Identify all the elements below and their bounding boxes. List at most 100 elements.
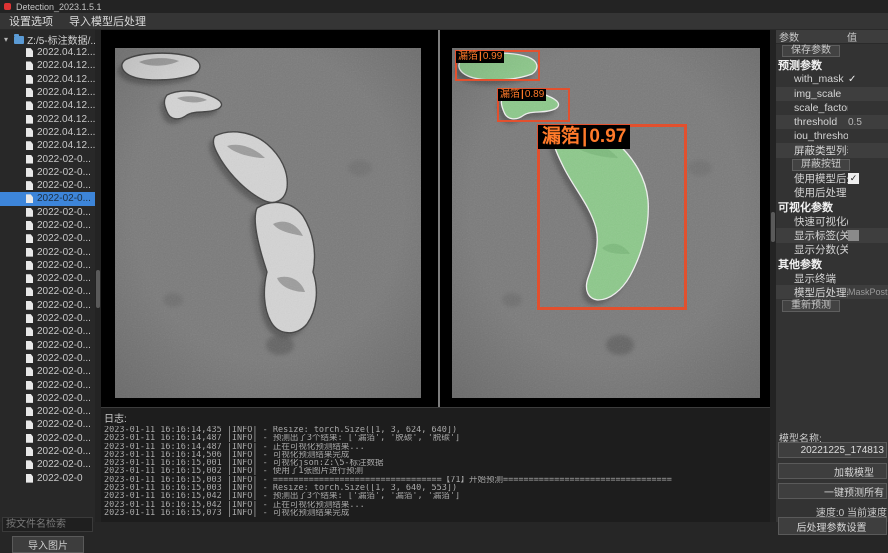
param-label: 快速可视化(检测) xyxy=(776,214,848,229)
param-row[interactable]: 屏蔽类型列表 xyxy=(776,143,888,157)
tree-item[interactable]: 2022-02-0... xyxy=(0,152,95,165)
tree-item[interactable]: 2022-02-0... xyxy=(0,245,95,258)
param-row[interactable]: 显示分数(关键点) xyxy=(776,243,888,257)
tree-item[interactable]: 2022-02-0... xyxy=(0,365,95,378)
tree-item[interactable]: 2022-02-0... xyxy=(0,206,95,219)
file-icon xyxy=(26,407,33,416)
value-column-header: 值 xyxy=(847,29,857,44)
file-icon xyxy=(26,208,33,217)
param-row[interactable]: 显示标签(关键点) xyxy=(776,228,888,242)
tree-item-label: 2022-02-0... xyxy=(37,247,91,258)
predict-all-button[interactable]: 一键预测所有 xyxy=(778,483,887,499)
tree-item[interactable]: 2022-02-0... xyxy=(0,312,95,325)
tree-item[interactable]: 2022-02-0... xyxy=(0,299,95,312)
tree-item-label: 2022.04.12... xyxy=(37,60,95,71)
param-row[interactable]: img_scale xyxy=(776,87,888,101)
image-panel-divider[interactable] xyxy=(438,30,440,407)
param-button[interactable]: 保存参数 xyxy=(782,45,840,57)
log-line: 2023-01-11 16:16:15,042 |INFO| - 预测出了3个结… xyxy=(101,492,770,500)
param-row[interactable]: 显示终端 xyxy=(776,271,888,285)
tree-item[interactable]: 2022-02-0... xyxy=(0,445,95,458)
tree-item[interactable]: 2022.04.12... xyxy=(0,99,95,112)
tree-scrollbar-thumb[interactable] xyxy=(96,270,100,308)
tree-item[interactable]: 2022.04.12... xyxy=(0,139,95,152)
file-icon xyxy=(26,168,33,177)
load-model-button[interactable]: 加载模型 xyxy=(778,463,887,479)
import-images-button[interactable]: 导入图片 xyxy=(12,536,84,553)
tree-item[interactable]: 2022-02-0... xyxy=(0,405,95,418)
param-row[interactable]: 快速可视化(检测) xyxy=(776,214,888,228)
tree-item[interactable]: 2022-02-0... xyxy=(0,285,95,298)
tree-item[interactable]: 2022-02-0... xyxy=(0,325,95,338)
file-icon xyxy=(26,194,33,203)
expander-icon[interactable]: ▾ xyxy=(4,35,11,44)
file-icon xyxy=(26,274,33,283)
file-icon xyxy=(26,48,33,57)
tree-item[interactable]: 2022.04.12... xyxy=(0,59,95,72)
splitter-handle[interactable]: ••• xyxy=(431,407,453,409)
menu-item-1[interactable]: 导入模型后处理 xyxy=(69,13,146,29)
file-icon xyxy=(26,248,33,257)
param-row[interactable]: scale_factor xyxy=(776,101,888,115)
menu-item-0[interactable]: 设置选项 xyxy=(9,13,53,29)
tree-item[interactable]: 2022-02-0... xyxy=(0,166,95,179)
param-label: 显示终端 xyxy=(776,271,848,286)
tree-item[interactable]: 2022-02-0... xyxy=(0,392,95,405)
model-name-field[interactable]: 20221225_174813 xyxy=(778,442,887,458)
file-icon xyxy=(26,155,33,164)
param-label: img_scale xyxy=(776,88,848,100)
param-section-header: 可视化参数 xyxy=(776,200,888,214)
tree-item[interactable]: 2022-02-0... xyxy=(0,352,95,365)
tree-item-label: 2022-02-0... xyxy=(37,154,91,165)
file-icon xyxy=(26,115,33,124)
tree-item[interactable]: 2022-02-0... xyxy=(0,378,95,391)
param-row[interactable]: 模型后处理器MaskPostPro xyxy=(776,285,888,299)
folder-icon xyxy=(14,36,24,44)
tree-root-item[interactable]: ▾ Z:/5-标注数据/... xyxy=(0,33,95,46)
tree-item[interactable]: 2022.04.12... xyxy=(0,86,95,99)
tree-item[interactable]: 2022.04.12... xyxy=(0,126,95,139)
log-line: 2023-01-11 16:16:15,003 |INFO| - Resize:… xyxy=(101,484,770,492)
main-scrollbar-thumb[interactable] xyxy=(771,212,775,242)
param-value: MaskPostPro xyxy=(848,287,888,297)
tree-item-label: 2022.04.12... xyxy=(37,74,95,85)
tree-item[interactable]: 2022-02-0... xyxy=(0,192,95,205)
param-row[interactable]: 使用模型后处理✓ xyxy=(776,172,888,186)
param-row[interactable]: with_mask✓ xyxy=(776,72,888,86)
tree-item-label: 2022-02-0... xyxy=(37,326,91,337)
tree-item[interactable]: 2022-02-0... xyxy=(0,232,95,245)
tree-item[interactable]: 2022-02-0... xyxy=(0,432,95,445)
tree-item[interactable]: 2022-02-0... xyxy=(0,259,95,272)
log-line: 2023-01-11 16:16:14,487 |INFO| - 预测出了3个结… xyxy=(101,434,770,442)
postprocess-params-button[interactable]: 后处理参数设置 xyxy=(778,517,887,535)
tree-item[interactable]: 2022-02-0 xyxy=(0,472,95,485)
param-column-header: 参数 xyxy=(776,29,847,44)
tree-item[interactable]: 2022-02-0... xyxy=(0,272,95,285)
checkbox-checked-icon[interactable]: ✓ xyxy=(848,173,859,184)
tree-item-label: 2022-02-0... xyxy=(37,353,91,364)
param-row[interactable]: 使用后处理 xyxy=(776,186,888,200)
param-row[interactable]: threshold0.5 xyxy=(776,115,888,129)
tree-item[interactable]: 2022-02-0... xyxy=(0,418,95,431)
tree-item[interactable]: 2022.04.12... xyxy=(0,46,95,59)
param-label: 屏蔽类型列表 xyxy=(776,143,848,158)
tree-item-label: 2022-02-0... xyxy=(37,180,91,191)
param-button[interactable]: 屏蔽按钮 xyxy=(792,159,850,171)
tree-item[interactable]: 2022-02-0... xyxy=(0,219,95,232)
param-button[interactable]: 重新预测 xyxy=(782,300,840,312)
tree-item[interactable]: 2022-02-0... xyxy=(0,339,95,352)
tree-item[interactable]: 2022.04.12... xyxy=(0,112,95,125)
tree-item-label: 2022-02-0... xyxy=(37,419,91,430)
filename-search-input[interactable] xyxy=(2,517,93,532)
param-label: iou_threshold xyxy=(776,130,848,142)
title-bar: Detection_2023.1.5.1 xyxy=(0,0,888,13)
tree-item-label: 2022-02-0... xyxy=(37,207,91,218)
detection-class: 漏箔 xyxy=(542,125,580,149)
detection-box xyxy=(537,124,687,310)
checkbox-empty-icon[interactable] xyxy=(848,230,859,241)
tree-item[interactable]: 2022-02-0... xyxy=(0,458,95,471)
tree-item[interactable]: 2022-02-0... xyxy=(0,179,95,192)
tree-item[interactable]: 2022.04.12... xyxy=(0,73,95,86)
param-row[interactable]: iou_threshold xyxy=(776,129,888,143)
tree-item-label: 2022-02-0... xyxy=(37,406,91,417)
